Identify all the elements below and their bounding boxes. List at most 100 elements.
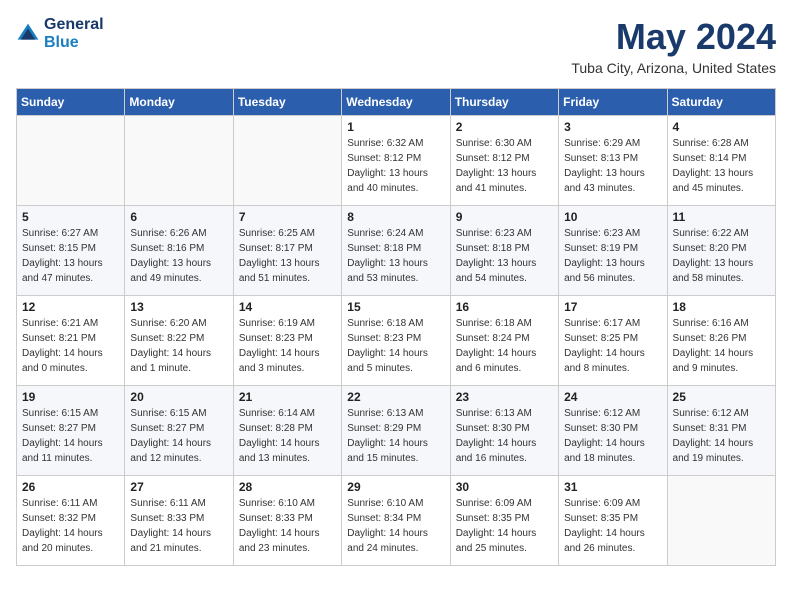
weekday-header: Sunday	[17, 89, 125, 116]
cell-info: Sunrise: 6:24 AMSunset: 8:18 PMDaylight:…	[347, 226, 444, 286]
calendar-cell: 1Sunrise: 6:32 AMSunset: 8:12 PMDaylight…	[342, 116, 450, 206]
day-number: 26	[22, 480, 119, 494]
cell-info: Sunrise: 6:18 AMSunset: 8:24 PMDaylight:…	[456, 316, 553, 376]
cell-info: Sunrise: 6:10 AMSunset: 8:34 PMDaylight:…	[347, 496, 444, 556]
calendar-cell: 3Sunrise: 6:29 AMSunset: 8:13 PMDaylight…	[559, 116, 667, 206]
calendar-table: SundayMondayTuesdayWednesdayThursdayFrid…	[16, 88, 776, 566]
calendar-cell	[17, 116, 125, 206]
cell-info: Sunrise: 6:22 AMSunset: 8:20 PMDaylight:…	[673, 226, 770, 286]
day-number: 21	[239, 390, 336, 404]
day-number: 31	[564, 480, 661, 494]
day-number: 1	[347, 120, 444, 134]
calendar-cell: 30 Sunrise: 6:09 AMSunset: 8:35 PMDayligh…	[450, 476, 558, 566]
calendar-cell: 23 Sunrise: 6:13 AMSunset: 8:30 PMDayligh…	[450, 386, 558, 476]
weekday-header: Thursday	[450, 89, 558, 116]
calendar-week-row: 26Sunrise: 6:11 AMSunset: 8:32 PMDayligh…	[17, 476, 776, 566]
cell-info: Sunrise: 6:11 AMSunset: 8:33 PMDaylight:…	[130, 496, 227, 556]
weekday-header: Tuesday	[233, 89, 341, 116]
calendar-header-row: SundayMondayTuesdayWednesdayThursdayFrid…	[17, 89, 776, 116]
calendar-cell: 18 Sunrise: 6:16 AMSunset: 8:26 PMDayligh…	[667, 296, 775, 386]
calendar-cell: 8 Sunrise: 6:24 AMSunset: 8:18 PMDaylight…	[342, 206, 450, 296]
calendar-cell: 31Sunrise: 6:09 AMSunset: 8:35 PMDayligh…	[559, 476, 667, 566]
day-number: 28	[239, 480, 336, 494]
cell-info: Sunrise: 6:25 AMSunset: 8:17 PMDaylight:…	[239, 226, 336, 286]
calendar-cell: 16 Sunrise: 6:18 AMSunset: 8:24 PMDayligh…	[450, 296, 558, 386]
calendar-cell: 10 Sunrise: 6:23 AMSunset: 8:19 PMDayligh…	[559, 206, 667, 296]
cell-info: Sunrise: 6:19 AMSunset: 8:23 PMDaylight:…	[239, 316, 336, 376]
cell-info: Sunrise: 6:28 AMSunset: 8:14 PMDaylight:…	[673, 136, 770, 196]
calendar-cell: 27 Sunrise: 6:11 AMSunset: 8:33 PMDayligh…	[125, 476, 233, 566]
cell-info: Sunrise: 6:16 AMSunset: 8:26 PMDaylight:…	[673, 316, 770, 376]
calendar-week-row: 1Sunrise: 6:32 AMSunset: 8:12 PMDaylight…	[17, 116, 776, 206]
calendar-cell	[125, 116, 233, 206]
calendar-cell: 2Sunrise: 6:30 AMSunset: 8:12 PMDaylight…	[450, 116, 558, 206]
cell-info: Sunrise: 6:20 AMSunset: 8:22 PMDaylight:…	[130, 316, 227, 376]
page-header: General Blue May 2024 Tuba City, Arizona…	[16, 16, 776, 76]
location-title: Tuba City, Arizona, United States	[571, 60, 776, 76]
cell-info: Sunrise: 6:14 AMSunset: 8:28 PMDaylight:…	[239, 406, 336, 466]
calendar-cell	[667, 476, 775, 566]
month-title: May 2024	[571, 16, 776, 58]
day-number: 25	[673, 390, 770, 404]
day-number: 15	[347, 300, 444, 314]
day-number: 10	[564, 210, 661, 224]
cell-info: Sunrise: 6:15 AMSunset: 8:27 PMDaylight:…	[130, 406, 227, 466]
day-number: 7	[239, 210, 336, 224]
logo-text: General Blue	[44, 16, 104, 51]
calendar-cell: 26Sunrise: 6:11 AMSunset: 8:32 PMDayligh…	[17, 476, 125, 566]
cell-info: Sunrise: 6:18 AMSunset: 8:23 PMDaylight:…	[347, 316, 444, 376]
day-number: 3	[564, 120, 661, 134]
day-number: 22	[347, 390, 444, 404]
cell-info: Sunrise: 6:10 AMSunset: 8:33 PMDaylight:…	[239, 496, 336, 556]
title-block: May 2024 Tuba City, Arizona, United Stat…	[571, 16, 776, 76]
calendar-week-row: 5 Sunrise: 6:27 AMSunset: 8:15 PMDaylight…	[17, 206, 776, 296]
calendar-cell: 5 Sunrise: 6:27 AMSunset: 8:15 PMDaylight…	[17, 206, 125, 296]
day-number: 9	[456, 210, 553, 224]
calendar-week-row: 12Sunrise: 6:21 AMSunset: 8:21 PMDayligh…	[17, 296, 776, 386]
calendar-cell: 17Sunrise: 6:17 AMSunset: 8:25 PMDayligh…	[559, 296, 667, 386]
calendar-cell: 21 Sunrise: 6:14 AMSunset: 8:28 PMDayligh…	[233, 386, 341, 476]
calendar-cell: 15 Sunrise: 6:18 AMSunset: 8:23 PMDayligh…	[342, 296, 450, 386]
calendar-cell: 4 Sunrise: 6:28 AMSunset: 8:14 PMDaylight…	[667, 116, 775, 206]
cell-info: Sunrise: 6:23 AMSunset: 8:18 PMDaylight:…	[456, 226, 553, 286]
cell-info: Sunrise: 6:09 AMSunset: 8:35 PMDaylight:…	[456, 496, 553, 556]
cell-info: Sunrise: 6:13 AMSunset: 8:29 PMDaylight:…	[347, 406, 444, 466]
calendar-cell: 28 Sunrise: 6:10 AMSunset: 8:33 PMDayligh…	[233, 476, 341, 566]
weekday-header: Saturday	[667, 89, 775, 116]
day-number: 29	[347, 480, 444, 494]
cell-info: Sunrise: 6:13 AMSunset: 8:30 PMDaylight:…	[456, 406, 553, 466]
calendar-cell: 25 Sunrise: 6:12 AMSunset: 8:31 PMDayligh…	[667, 386, 775, 476]
day-number: 24	[564, 390, 661, 404]
logo-icon	[16, 22, 40, 46]
cell-info: Sunrise: 6:30 AMSunset: 8:12 PMDaylight:…	[456, 136, 553, 196]
cell-info: Sunrise: 6:21 AMSunset: 8:21 PMDaylight:…	[22, 316, 119, 376]
day-number: 11	[673, 210, 770, 224]
cell-info: Sunrise: 6:17 AMSunset: 8:25 PMDaylight:…	[564, 316, 661, 376]
calendar-cell: 19Sunrise: 6:15 AMSunset: 8:27 PMDayligh…	[17, 386, 125, 476]
cell-info: Sunrise: 6:15 AMSunset: 8:27 PMDaylight:…	[22, 406, 119, 466]
day-number: 5	[22, 210, 119, 224]
day-number: 27	[130, 480, 227, 494]
day-number: 4	[673, 120, 770, 134]
weekday-header: Monday	[125, 89, 233, 116]
cell-info: Sunrise: 6:26 AMSunset: 8:16 PMDaylight:…	[130, 226, 227, 286]
day-number: 20	[130, 390, 227, 404]
calendar-cell: 14 Sunrise: 6:19 AMSunset: 8:23 PMDayligh…	[233, 296, 341, 386]
cell-info: Sunrise: 6:27 AMSunset: 8:15 PMDaylight:…	[22, 226, 119, 286]
calendar-cell: 13 Sunrise: 6:20 AMSunset: 8:22 PMDayligh…	[125, 296, 233, 386]
day-number: 8	[347, 210, 444, 224]
calendar-cell: 12Sunrise: 6:21 AMSunset: 8:21 PMDayligh…	[17, 296, 125, 386]
day-number: 18	[673, 300, 770, 314]
cell-info: Sunrise: 6:12 AMSunset: 8:30 PMDaylight:…	[564, 406, 661, 466]
cell-info: Sunrise: 6:23 AMSunset: 8:19 PMDaylight:…	[564, 226, 661, 286]
calendar-cell	[233, 116, 341, 206]
day-number: 16	[456, 300, 553, 314]
calendar-cell: 11 Sunrise: 6:22 AMSunset: 8:20 PMDayligh…	[667, 206, 775, 296]
day-number: 14	[239, 300, 336, 314]
logo: General Blue	[16, 16, 104, 51]
day-number: 30	[456, 480, 553, 494]
calendar-cell: 29 Sunrise: 6:10 AMSunset: 8:34 PMDayligh…	[342, 476, 450, 566]
cell-info: Sunrise: 6:12 AMSunset: 8:31 PMDaylight:…	[673, 406, 770, 466]
day-number: 23	[456, 390, 553, 404]
day-number: 13	[130, 300, 227, 314]
